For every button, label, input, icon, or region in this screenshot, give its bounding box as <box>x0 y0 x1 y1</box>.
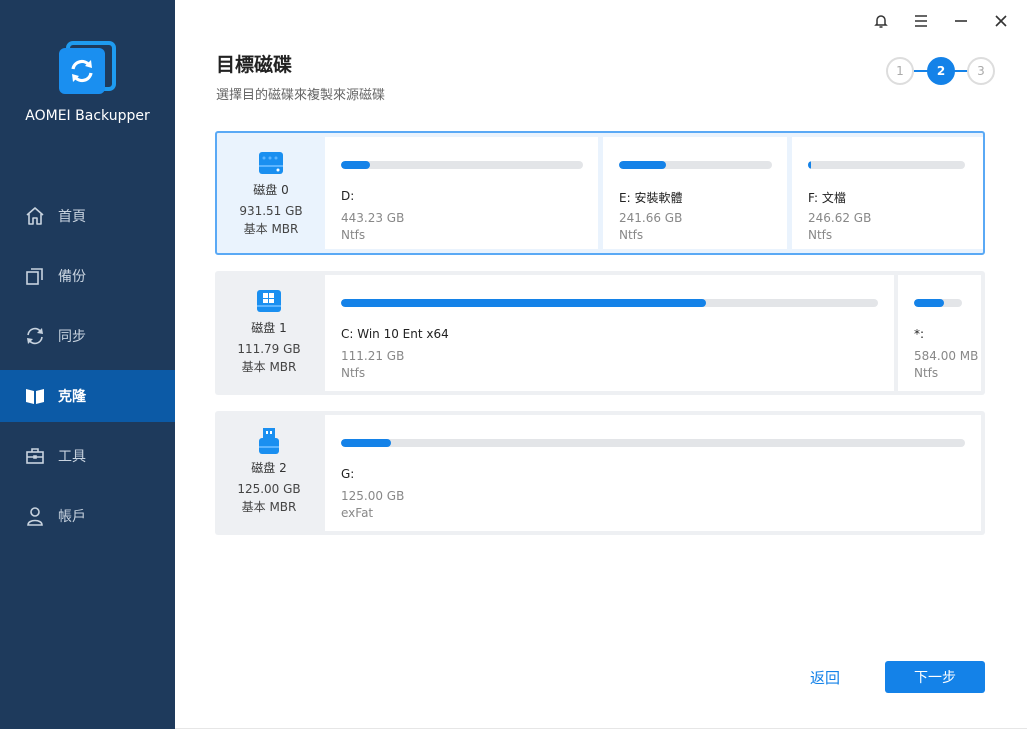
usage-bar <box>341 299 878 307</box>
partition-label: E: 安裝軟體 <box>619 191 683 205</box>
partition-card[interactable]: C: Win 10 Ent x64 111.21 GB Ntfs <box>325 275 894 391</box>
app-name: AOMEI Backupper <box>25 108 150 124</box>
sidebar-item-label: 首頁 <box>58 209 86 225</box>
partition-card[interactable]: F: 文檔 246.62 GB Ntfs <box>792 137 983 249</box>
disk-type: 基本 MBR <box>241 360 297 374</box>
toolbox-icon <box>24 445 46 467</box>
hdd-icon <box>256 148 286 178</box>
usage-bar <box>914 299 962 307</box>
disk-row-1[interactable]: 磁盘 1 111.79 GB 基本 MBR C: Win 10 Ent x64 … <box>215 271 985 395</box>
sidebar-nav: 首頁 備份 同步 克隆 工具 帳戶 <box>0 190 175 550</box>
step-indicator: 1 2 3 <box>886 57 996 85</box>
partition-size: 584.00 MB <box>914 349 979 363</box>
partition-size: 246.62 GB <box>808 211 872 225</box>
sidebar-item-clone[interactable]: 克隆 <box>0 370 175 422</box>
sidebar: AOMEI Backupper 首頁 備份 同步 克隆 工具 帳戶 <box>0 0 175 729</box>
minimize-button[interactable] <box>943 8 979 34</box>
disk-type: 基本 MBR <box>243 222 299 236</box>
partition-size: 443.23 GB <box>341 211 405 225</box>
sidebar-item-label: 工具 <box>58 449 86 465</box>
sidebar-item-sync[interactable]: 同步 <box>0 310 175 362</box>
sidebar-item-label: 同步 <box>58 329 86 345</box>
partition-card[interactable]: D: 443.23 GB Ntfs <box>325 137 598 249</box>
sidebar-item-home[interactable]: 首頁 <box>0 190 175 242</box>
disk-name: 磁盘 2 <box>251 461 287 475</box>
sidebar-item-account[interactable]: 帳戶 <box>0 490 175 542</box>
disk-info: 磁盘 1 111.79 GB 基本 MBR <box>215 271 323 395</box>
partition-card[interactable]: E: 安裝軟體 241.66 GB Ntfs <box>603 137 787 249</box>
partition-card[interactable]: G: 125.00 GB exFat <box>325 415 981 531</box>
clone-icon <box>24 385 46 407</box>
partition-filesystem: Ntfs <box>341 366 366 380</box>
sidebar-item-label: 克隆 <box>58 389 86 405</box>
disk-size: 931.51 GB <box>239 204 303 218</box>
notification-button[interactable] <box>863 8 899 34</box>
sidebar-item-label: 帳戶 <box>58 509 86 525</box>
page-subtitle: 選擇目的磁碟來複製來源磁碟 <box>216 88 386 103</box>
disk-name: 磁盘 1 <box>251 321 287 335</box>
partition-filesystem: exFat <box>341 506 374 520</box>
step-3: 3 <box>967 57 995 85</box>
step-1: 1 <box>886 57 914 85</box>
minimize-icon <box>955 20 967 22</box>
menu-icon <box>915 15 927 27</box>
disk-info: 磁盘 2 125.00 GB 基本 MBR <box>215 411 323 535</box>
partition-label: D: <box>341 189 355 203</box>
disk-type: 基本 MBR <box>241 500 297 514</box>
partition-size: 241.66 GB <box>619 211 683 225</box>
partition-filesystem: Ntfs <box>914 366 939 380</box>
disk-size: 125.00 GB <box>237 482 301 496</box>
sidebar-item-tools[interactable]: 工具 <box>0 430 175 482</box>
disk-row-2[interactable]: 磁盘 2 125.00 GB 基本 MBR G: 125.00 GB exFat <box>215 411 985 535</box>
partition-label: G: <box>341 467 355 481</box>
usage-bar <box>341 161 583 169</box>
page-title: 目標磁碟 <box>216 54 293 76</box>
next-button[interactable]: 下一步 <box>885 661 985 693</box>
close-icon <box>995 15 1007 27</box>
user-icon <box>24 505 46 527</box>
disk-name: 磁盘 0 <box>253 183 289 197</box>
backup-icon <box>24 265 46 287</box>
partition-filesystem: Ntfs <box>341 228 366 242</box>
sidebar-item-label: 備份 <box>58 269 86 285</box>
usage-bar <box>808 161 965 169</box>
disk-row-0[interactable]: 磁盘 0 931.51 GB 基本 MBR D: 443.23 GB Ntfs … <box>215 131 985 255</box>
window-controls <box>863 8 1019 34</box>
step-2: 2 <box>927 57 955 85</box>
disk-info: 磁盘 0 931.51 GB 基本 MBR <box>217 133 325 253</box>
partition-label: *: <box>914 327 925 341</box>
sync-icon <box>24 325 46 347</box>
app-logo-icon <box>57 38 117 98</box>
partition-filesystem: Ntfs <box>808 228 833 242</box>
close-button[interactable] <box>983 8 1019 34</box>
sidebar-item-backup[interactable]: 備份 <box>0 250 175 302</box>
usage-bar <box>341 439 965 447</box>
disk-size: 111.79 GB <box>237 342 301 356</box>
back-button[interactable]: 返回 <box>796 662 854 692</box>
partition-label: F: 文檔 <box>808 191 846 205</box>
partition-size: 111.21 GB <box>341 349 405 363</box>
windows-disk-icon <box>254 286 284 316</box>
usb-icon <box>254 426 284 456</box>
partition-card[interactable]: *: 584.00 MB Ntfs <box>898 275 981 391</box>
partition-size: 125.00 GB <box>341 489 405 503</box>
menu-button[interactable] <box>903 8 939 34</box>
usage-bar <box>619 161 772 169</box>
home-icon <box>24 205 46 227</box>
partition-filesystem: Ntfs <box>619 228 644 242</box>
bell-icon <box>874 15 888 28</box>
partition-label: C: Win 10 Ent x64 <box>341 327 449 341</box>
